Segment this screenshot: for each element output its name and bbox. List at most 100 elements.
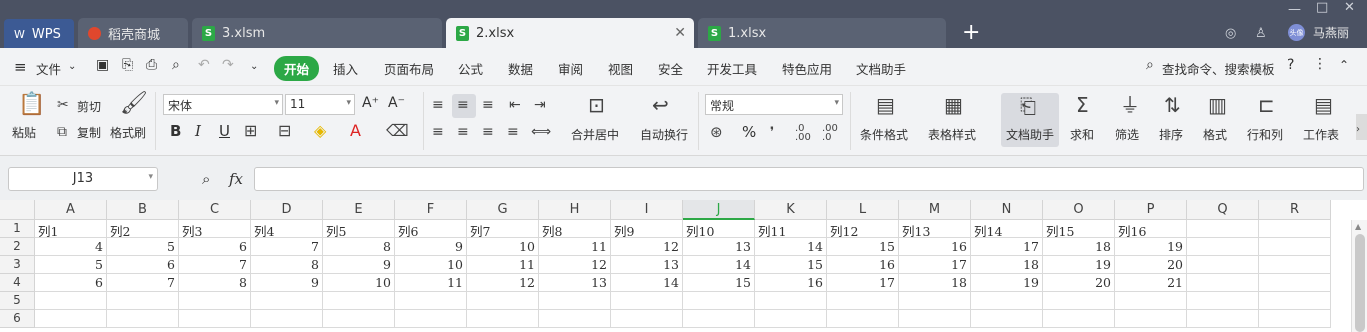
- menu-security[interactable]: 安全: [658, 59, 683, 78]
- align-left-icon[interactable]: ≡: [432, 123, 444, 141]
- menu-insert[interactable]: 插入: [333, 59, 358, 78]
- cell-d2[interactable]: 7: [251, 238, 323, 256]
- cell-b2[interactable]: 5: [107, 238, 179, 256]
- cut-button[interactable]: 剪切: [77, 98, 101, 115]
- menu-doc-helper[interactable]: 文档助手: [856, 59, 906, 78]
- merge-center-button[interactable]: 合并居中: [571, 126, 619, 143]
- cell-f1[interactable]: 列6: [395, 220, 467, 239]
- cell-q6[interactable]: [1187, 310, 1259, 328]
- wrap-text-icon[interactable]: ↩: [652, 95, 669, 115]
- cut-icon[interactable]: ✂: [57, 96, 69, 114]
- align-middle-icon[interactable]: ≡: [457, 96, 469, 114]
- cell-k2[interactable]: 14: [755, 238, 827, 256]
- column-header-r[interactable]: R: [1259, 200, 1331, 220]
- cell-style-icon[interactable]: ⊟: [278, 122, 291, 140]
- cell-a4[interactable]: 6: [35, 274, 107, 292]
- cell-d4[interactable]: 9: [251, 274, 323, 292]
- cell-g4[interactable]: 12: [467, 274, 539, 292]
- column-header-j[interactable]: J: [683, 200, 755, 220]
- export-icon[interactable]: ⎘: [122, 57, 133, 73]
- cell-k1[interactable]: 列11: [755, 220, 827, 239]
- filter-icon[interactable]: ⏚: [1120, 95, 1140, 115]
- tab-file-3[interactable]: S 3.xlsm: [192, 18, 442, 48]
- underline-button[interactable]: U: [219, 122, 230, 140]
- row-header-2[interactable]: 2: [0, 238, 35, 256]
- cell-o6[interactable]: [1043, 310, 1115, 328]
- column-header-c[interactable]: C: [179, 200, 251, 220]
- cell-r4[interactable]: [1259, 274, 1331, 292]
- column-header-k[interactable]: K: [755, 200, 827, 220]
- zoom-search-icon[interactable]: ⌕: [202, 170, 210, 188]
- cell-k4[interactable]: 16: [755, 274, 827, 292]
- cell-p1[interactable]: 列16: [1115, 220, 1187, 239]
- more-icon[interactable]: ⋮: [1313, 56, 1327, 72]
- font-size-select[interactable]: 11 ▾: [285, 94, 355, 115]
- cell-a5[interactable]: [35, 292, 107, 310]
- cell-r6[interactable]: [1259, 310, 1331, 328]
- sort-icon[interactable]: ⇅: [1164, 95, 1181, 115]
- row-header-6[interactable]: 6: [0, 310, 35, 328]
- column-header-l[interactable]: L: [827, 200, 899, 220]
- print-preview-icon[interactable]: ⌕: [172, 57, 180, 73]
- column-header-m[interactable]: M: [899, 200, 971, 220]
- skin-icon[interactable]: ◎: [1225, 26, 1236, 41]
- decrease-decimal-icon[interactable]: .00.0: [822, 124, 838, 143]
- cell-j1[interactable]: 列10: [683, 220, 755, 239]
- format-painter-icon[interactable]: 🖌: [120, 93, 148, 115]
- cell-p2[interactable]: 19: [1115, 238, 1187, 256]
- cell-m6[interactable]: [899, 310, 971, 328]
- cell-e4[interactable]: 10: [323, 274, 395, 292]
- table-style-icon[interactable]: ▦: [944, 95, 963, 115]
- menu-developer[interactable]: 开发工具: [707, 59, 757, 78]
- cell-m2[interactable]: 16: [899, 238, 971, 256]
- cell-o1[interactable]: 列15: [1043, 220, 1115, 239]
- justify-icon[interactable]: ≡: [507, 123, 519, 141]
- cell-n1[interactable]: 列14: [971, 220, 1043, 239]
- column-header-n[interactable]: N: [971, 200, 1043, 220]
- cell-h1[interactable]: 列8: [539, 220, 611, 239]
- close-window-icon[interactable]: ✕: [1344, 0, 1355, 15]
- cell-c3[interactable]: 7: [179, 256, 251, 274]
- cell-d3[interactable]: 8: [251, 256, 323, 274]
- cell-e6[interactable]: [323, 310, 395, 328]
- print-icon[interactable]: ⎙: [146, 57, 157, 73]
- cell-o2[interactable]: 18: [1043, 238, 1115, 256]
- cell-c1[interactable]: 列3: [179, 220, 251, 239]
- avatar[interactable]: 头像: [1288, 24, 1305, 41]
- cell-i6[interactable]: [611, 310, 683, 328]
- distributed-icon[interactable]: ⟺: [531, 123, 551, 141]
- help-icon[interactable]: ?: [1287, 57, 1294, 73]
- column-header-o[interactable]: O: [1043, 200, 1115, 220]
- formula-input[interactable]: [254, 167, 1364, 191]
- redo-icon[interactable]: ↷: [222, 57, 234, 73]
- italic-button[interactable]: I: [195, 122, 201, 140]
- cell-i2[interactable]: 12: [611, 238, 683, 256]
- cell-m1[interactable]: 列13: [899, 220, 971, 239]
- row-col-button[interactable]: 行和列: [1247, 126, 1283, 143]
- cell-f3[interactable]: 10: [395, 256, 467, 274]
- row-header-3[interactable]: 3: [0, 256, 35, 274]
- cell-p5[interactable]: [1115, 292, 1187, 310]
- cell-q3[interactable]: [1187, 256, 1259, 274]
- cell-h5[interactable]: [539, 292, 611, 310]
- save-icon[interactable]: ▣: [96, 57, 109, 73]
- scroll-thumb[interactable]: [1355, 234, 1365, 332]
- doc-helper-button[interactable]: 文档助手: [1006, 126, 1054, 143]
- tab-file-1[interactable]: S 1.xlsx: [698, 18, 946, 48]
- cell-r5[interactable]: [1259, 292, 1331, 310]
- cell-q4[interactable]: [1187, 274, 1259, 292]
- ribbon-scroll-right-icon[interactable]: ›: [1356, 114, 1367, 140]
- font-family-select[interactable]: 宋体 ▾: [163, 94, 283, 115]
- cell-p6[interactable]: [1115, 310, 1187, 328]
- cell-b1[interactable]: 列2: [107, 220, 179, 239]
- cell-r1[interactable]: [1259, 220, 1331, 238]
- cell-n5[interactable]: [971, 292, 1043, 310]
- cell-e3[interactable]: 9: [323, 256, 395, 274]
- cell-j2[interactable]: 13: [683, 238, 755, 256]
- table-style-button[interactable]: 表格样式: [928, 126, 976, 143]
- align-right-icon[interactable]: ≡: [482, 123, 494, 141]
- column-header-a[interactable]: A: [35, 200, 107, 220]
- doc-helper-icon[interactable]: ⎗: [1020, 96, 1036, 116]
- scroll-up-icon[interactable]: ▲: [1355, 222, 1361, 231]
- cell-g5[interactable]: [467, 292, 539, 310]
